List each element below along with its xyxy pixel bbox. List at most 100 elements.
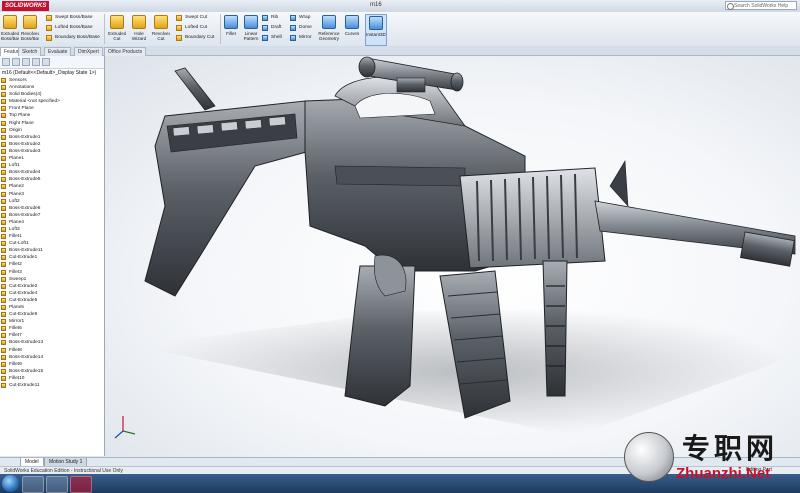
dimxpert-icon[interactable] [32, 58, 40, 66]
tree-item[interactable]: Boss-Extrude6 [0, 205, 104, 212]
feature-icon [1, 319, 6, 325]
extruded-cut-button[interactable]: Extruded Cut [108, 14, 126, 44]
tree-item[interactable]: Cut-Extrude4 [0, 290, 104, 297]
tree-item[interactable]: Sweep1 [0, 276, 104, 283]
curves-button[interactable]: Curves [343, 14, 361, 44]
instant3d-icon [369, 16, 383, 30]
configuration-icon[interactable] [22, 58, 30, 66]
feature-icon [1, 141, 6, 147]
tree-item[interactable]: Fillet10 [0, 375, 104, 382]
tree-item[interactable]: Origin [0, 127, 104, 134]
hole-wizard-button[interactable]: Hole Wizard [130, 14, 148, 44]
display-manager-icon[interactable] [42, 58, 50, 66]
feature-icon [1, 262, 6, 268]
feature-icon [1, 368, 6, 374]
feature-tree-icon[interactable] [2, 58, 10, 66]
tab-evaluate[interactable]: Evaluate [44, 47, 72, 56]
tree-item[interactable]: Loft1 [0, 162, 104, 169]
tree-item[interactable]: Boss-Extrude3 [0, 148, 104, 155]
tree-item[interactable]: Fillet9 [0, 361, 104, 368]
explorer-taskbar-icon[interactable] [46, 476, 68, 493]
draft-button[interactable]: Draft [262, 24, 281, 32]
solidworks-logo[interactable]: SOLIDWORKS [2, 1, 50, 11]
shell-button[interactable]: Shell [262, 34, 282, 42]
tree-item[interactable]: Front Plane [0, 105, 104, 112]
tree-item[interactable]: Fillet8 [0, 347, 104, 354]
tree-item[interactable]: Boss-Extrude11 [0, 247, 104, 254]
instant3d-button[interactable]: Instant3D [365, 14, 387, 46]
tree-item[interactable]: Cut-Extrude9 [0, 311, 104, 318]
tree-item[interactable]: Plane5 [0, 304, 104, 311]
boundary-boss-button[interactable]: Boundary Boss/Base [46, 34, 100, 42]
tree-item-label: Loft3 [9, 226, 20, 232]
reference-geometry-button[interactable]: Reference Geometry [318, 14, 340, 44]
lofted-boss-button[interactable]: Lofted Boss/Base [46, 24, 93, 32]
tree-item[interactable]: Boss-Extrude15 [0, 368, 104, 375]
tree-item[interactable]: Material <not specified> [0, 98, 104, 105]
tree-item[interactable]: Fillet6 [0, 325, 104, 332]
solidworks-taskbar-icon[interactable] [70, 476, 92, 493]
tree-item[interactable]: Boss-Extrude5 [0, 176, 104, 183]
mirror-button[interactable]: Mirror [290, 34, 312, 42]
feature-icon [1, 92, 6, 98]
graphics-viewport[interactable] [105, 56, 800, 457]
ie-taskbar-icon[interactable] [22, 476, 44, 493]
tree-item-label: Fillet7 [9, 333, 22, 339]
tree-item[interactable]: Fillet2 [0, 261, 104, 268]
tree-item[interactable]: Sensors [0, 77, 104, 84]
wrap-button[interactable]: Wrap [290, 14, 310, 22]
tree-item[interactable]: Annotations [0, 84, 104, 91]
tree-item[interactable]: Cut-Extrude1 [0, 254, 104, 261]
tree-item[interactable]: Fillet3 [0, 269, 104, 276]
tree-item[interactable]: Fillet7 [0, 332, 104, 339]
tree-item-label: Fillet1 [9, 234, 22, 240]
tree-item[interactable]: Cut-Extrude2 [0, 283, 104, 290]
revolved-cut-button[interactable]: Revolved Cut [152, 14, 170, 44]
tree-item[interactable]: Solid Bodies(4) [0, 91, 104, 98]
curves-icon [345, 15, 359, 29]
revolved-boss-button[interactable]: Revolved Boss/Base [21, 14, 39, 44]
tree-item-label: Boss-Extrude4 [9, 170, 41, 176]
tab-dimxpert[interactable]: DimXpert [74, 47, 103, 56]
tree-item[interactable]: Right Plane [0, 120, 104, 127]
feature-icon [1, 276, 6, 282]
tree-item[interactable]: Cut-Loft1 [0, 240, 104, 247]
dome-button[interactable]: Dome [290, 24, 312, 32]
property-manager-icon[interactable] [12, 58, 20, 66]
tree-item[interactable]: Plane1 [0, 155, 104, 162]
tab-sketch[interactable]: Sketch [18, 47, 42, 56]
rib-button[interactable]: Rib [262, 14, 278, 22]
rifle-barrel [594, 160, 796, 267]
document-title: m16 [370, 2, 382, 8]
lofted-cut-button[interactable]: Lofted Cut [176, 24, 207, 32]
tree-item[interactable]: Boss-Extrude14 [0, 354, 104, 361]
linear-pattern-button[interactable]: Linear Pattern [242, 14, 260, 44]
feature-icon [1, 170, 6, 176]
tree-root[interactable]: m16 (Default<<Default>_Display State 1>) [0, 69, 104, 77]
tab-office-products[interactable]: Office Products [104, 47, 147, 56]
boundary-cut-button[interactable]: Boundary Cut [176, 34, 214, 42]
swept-boss-button[interactable]: Swept Boss/Base [46, 14, 93, 22]
tree-item[interactable]: Cut-Extrude5 [0, 297, 104, 304]
tree-item[interactable]: Fillet1 [0, 233, 104, 240]
swept-cut-button[interactable]: Swept Cut [176, 14, 207, 22]
tree-item[interactable]: Loft3 [0, 226, 104, 233]
tree-item[interactable]: Plane2 [0, 183, 104, 190]
tree-item[interactable]: Boss-Extrude13 [0, 339, 104, 346]
tree-item[interactable]: Boss-Extrude1 [0, 134, 104, 141]
tree-item[interactable]: Boss-Extrude2 [0, 141, 104, 148]
tree-item[interactable]: Mirror1 [0, 318, 104, 325]
fillet-button[interactable]: Fillet [222, 14, 240, 44]
tree-item[interactable]: Cut-Extrude11 [0, 382, 104, 389]
tree-item[interactable]: Top Plane [0, 112, 104, 119]
tree-item[interactable]: Plane3 [0, 191, 104, 198]
tree-item[interactable]: Boss-Extrude4 [0, 169, 104, 176]
tree-item-label: Boss-Extrude5 [9, 177, 41, 183]
tree-item[interactable]: Loft2 [0, 198, 104, 205]
extruded-boss-button[interactable]: Extruded Boss/Base [1, 14, 19, 44]
tree-item[interactable]: Boss-Extrude7 [0, 212, 104, 219]
tree-item-label: Origin [9, 127, 22, 133]
search-help-input[interactable]: Search SolidWorks Help [725, 1, 797, 10]
tree-item[interactable]: Plane4 [0, 219, 104, 226]
start-button[interactable] [2, 475, 19, 492]
